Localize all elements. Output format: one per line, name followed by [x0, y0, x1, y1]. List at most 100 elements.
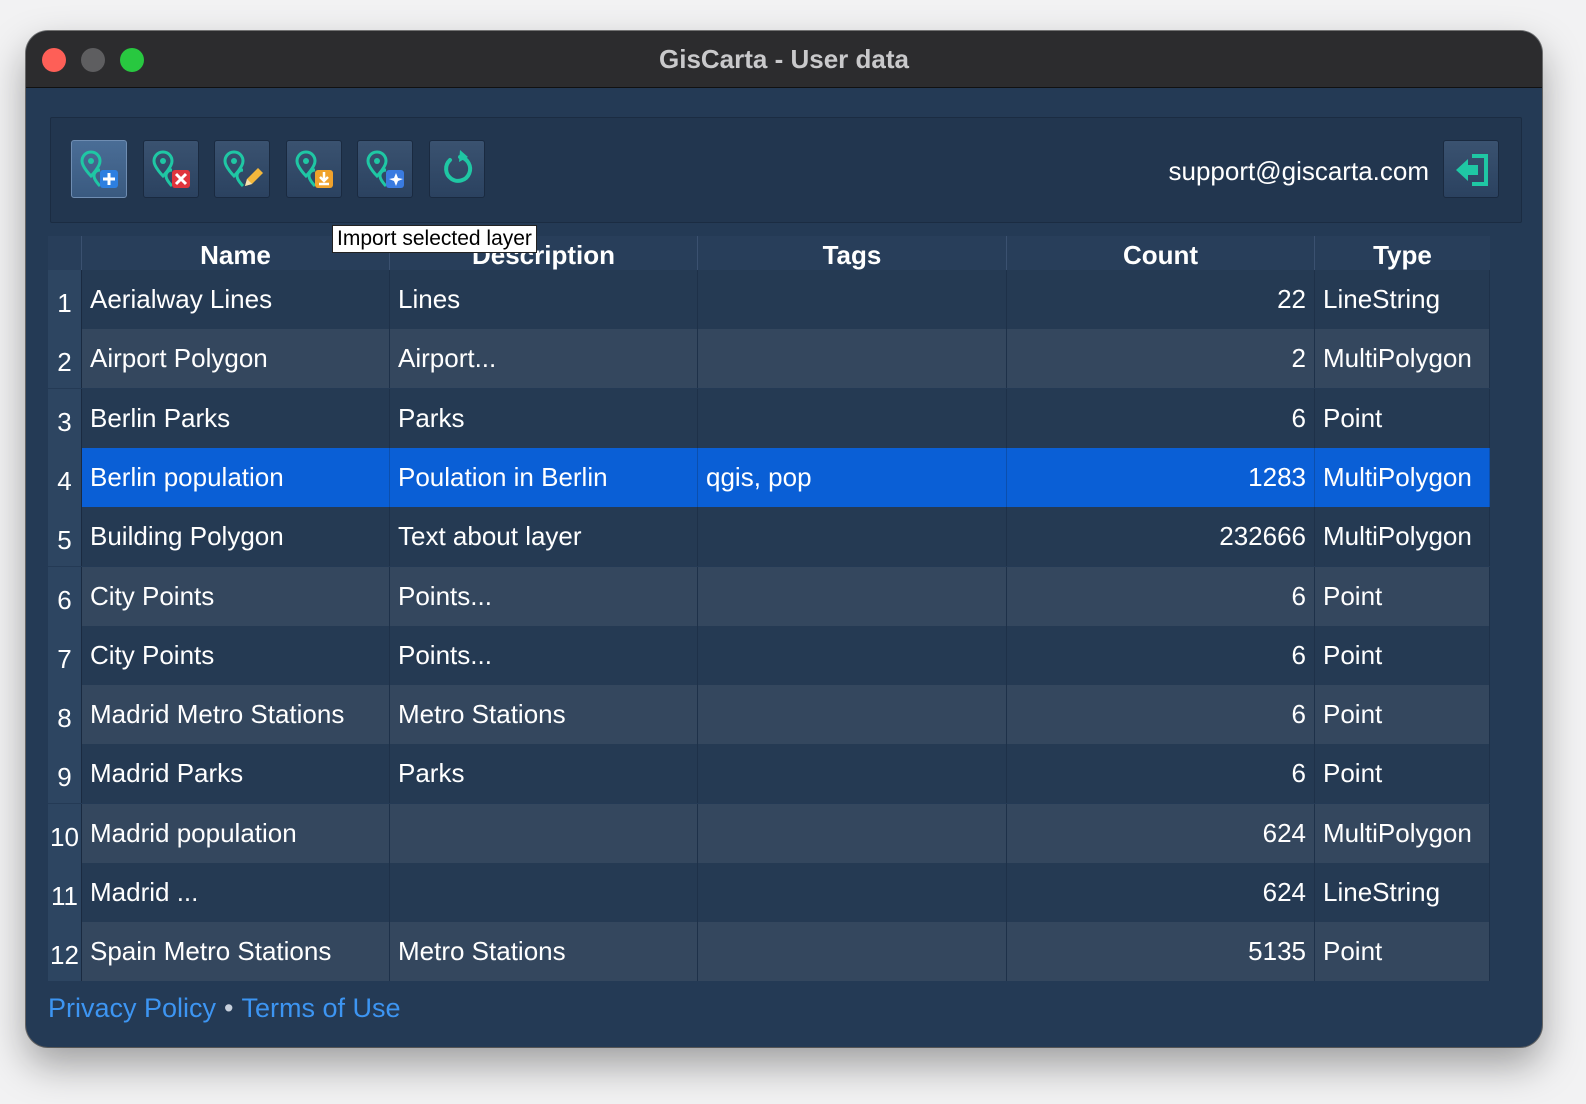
column-header-tags[interactable]: Tags: [698, 236, 1007, 270]
delete-layer-button[interactable]: [143, 140, 199, 198]
cell-description: Lines: [390, 270, 698, 329]
toolbar: support@giscarta.com: [50, 117, 1522, 223]
table-row[interactable]: 9 Madrid Parks Parks 6 Point: [48, 744, 1490, 804]
cell-count: 624: [1007, 863, 1315, 922]
cell-name: Spain Metro Stations: [82, 922, 390, 982]
cell-count: 6: [1007, 625, 1315, 685]
cell-name: Madrid Parks: [82, 744, 390, 804]
cell-count: 6: [1007, 685, 1315, 745]
import-layer-icon: [295, 150, 333, 188]
cell-count: 22: [1007, 270, 1315, 329]
edit-layer-button[interactable]: [214, 140, 270, 198]
terms-of-use-link[interactable]: Terms of Use: [242, 993, 401, 1023]
cell-type: MultiPolygon: [1315, 507, 1490, 567]
cell-tags: [698, 329, 1007, 389]
cell-tags: [698, 507, 1007, 567]
table-header: Name Description Tags Count Type: [48, 236, 1490, 271]
table-row[interactable]: 12 Spain Metro Stations Metro Stations 5135…: [48, 922, 1490, 982]
table-row[interactable]: 4 Berlin population Poulation in Berlin qgi…: [48, 447, 1490, 507]
cell-count: 5135: [1007, 922, 1315, 982]
cell-tags: [698, 270, 1007, 329]
delete-layer-icon: [152, 150, 190, 188]
row-number: 11: [48, 863, 82, 922]
logout-button[interactable]: [1443, 140, 1499, 198]
refresh-button[interactable]: [429, 140, 485, 198]
table-row[interactable]: 10 Madrid population 624 MultiPolygon: [48, 803, 1490, 863]
cell-type: Point: [1315, 566, 1490, 626]
cell-name: Aerialway Lines: [82, 270, 390, 329]
cell-description: Points...: [390, 625, 698, 685]
table-row[interactable]: 7 City Points Points... 6 Point: [48, 625, 1490, 685]
cell-type: LineString: [1315, 863, 1490, 922]
account-email: support@giscarta.com: [1168, 156, 1430, 186]
table-row[interactable]: 2 Airport Polygon Airport... 2 MultiPolygon: [48, 329, 1490, 389]
cell-tags: [698, 625, 1007, 685]
row-number: 9: [48, 744, 82, 804]
cell-name: Madrid population: [82, 803, 390, 863]
refresh-icon: [444, 150, 473, 183]
edit-layer-icon: [223, 150, 263, 188]
row-number: 10: [48, 803, 82, 863]
title-bar: GisCarta - User data: [26, 31, 1542, 88]
cell-name: City Points: [82, 625, 390, 685]
cell-count: 232666: [1007, 507, 1315, 567]
cell-tags: [698, 566, 1007, 626]
cell-type: MultiPolygon: [1315, 329, 1490, 389]
cell-name: Airport Polygon: [82, 329, 390, 389]
row-number: 4: [48, 447, 82, 507]
cell-type: MultiPolygon: [1315, 447, 1490, 507]
add-layer-button[interactable]: [71, 140, 127, 198]
cell-description: [390, 803, 698, 863]
row-number: 1: [48, 270, 82, 329]
layers-table: Name Description Tags Count Type 1 Aerial…: [48, 236, 1490, 982]
cell-type: Point: [1315, 744, 1490, 804]
row-number-header: [48, 236, 82, 270]
cell-tags: [698, 863, 1007, 922]
footer: Privacy Policy • Terms of Use: [48, 993, 401, 1024]
column-header-type[interactable]: Type: [1315, 236, 1490, 270]
add-layer-icon: [80, 150, 118, 188]
cell-description: Airport...: [390, 329, 698, 389]
cell-description: Metro Stations: [390, 922, 698, 982]
cell-count: 6: [1007, 744, 1315, 804]
app-window: GisCarta - User data support@giscarta.co…: [26, 31, 1542, 1047]
cell-name: Building Polygon: [82, 507, 390, 567]
ai-layer-icon: [366, 150, 404, 188]
table-row[interactable]: 3 Berlin Parks Parks 6 Point: [48, 388, 1490, 448]
cell-tags: [698, 922, 1007, 982]
import-tooltip: Import selected layer: [332, 225, 537, 253]
footer-separator: •: [224, 993, 234, 1023]
cell-name: Berlin population: [82, 447, 390, 507]
cell-count: 6: [1007, 388, 1315, 448]
cell-type: Point: [1315, 388, 1490, 448]
cell-name: Madrid Metro Stations: [82, 685, 390, 745]
logout-icon: [1456, 154, 1488, 186]
cell-type: Point: [1315, 625, 1490, 685]
window-title: GisCarta - User data: [659, 44, 909, 74]
table-row[interactable]: 11 Madrid ... 624 LineString: [48, 863, 1490, 922]
cell-type: MultiPolygon: [1315, 803, 1490, 863]
cell-tags: [698, 744, 1007, 804]
cell-count: 624: [1007, 803, 1315, 863]
cell-count: 6: [1007, 566, 1315, 626]
table-row[interactable]: 1 Aerialway Lines Lines 22 LineString: [48, 270, 1490, 329]
row-number: 12: [48, 922, 82, 982]
row-number: 8: [48, 685, 82, 745]
import-layer-button[interactable]: [286, 140, 342, 198]
cell-description: Text about layer: [390, 507, 698, 567]
cell-tags: [698, 388, 1007, 448]
table-row[interactable]: 6 City Points Points... 6 Point: [48, 566, 1490, 626]
cell-count: 1283: [1007, 447, 1315, 507]
ai-layer-button[interactable]: [357, 140, 413, 198]
row-number: 6: [48, 566, 82, 626]
privacy-policy-link[interactable]: Privacy Policy: [48, 993, 216, 1023]
cell-description: Poulation in Berlin: [390, 447, 698, 507]
cell-name: City Points: [82, 566, 390, 626]
table-row[interactable]: 5 Building Polygon Text about layer 232666 M…: [48, 507, 1490, 567]
cell-tags: [698, 803, 1007, 863]
cell-description: Points...: [390, 566, 698, 626]
cell-type: LineString: [1315, 270, 1490, 329]
table-row[interactable]: 8 Madrid Metro Stations Metro Stations 6 Poi…: [48, 685, 1490, 745]
cell-description: [390, 863, 698, 922]
column-header-count[interactable]: Count: [1007, 236, 1315, 270]
